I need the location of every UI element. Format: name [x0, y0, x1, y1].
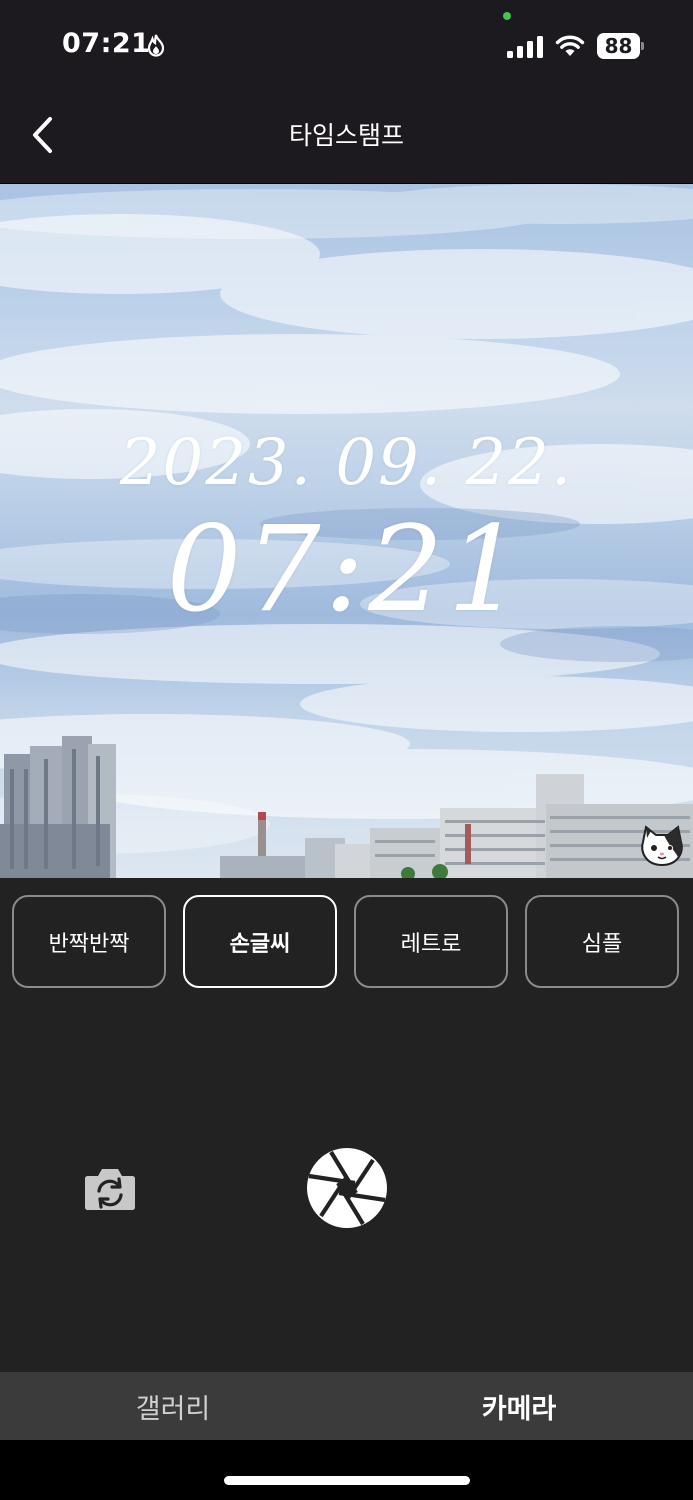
tab-label: 갤러리 — [135, 1393, 211, 1425]
battery-cap — [641, 42, 644, 50]
timestamp-time: 07:21 — [166, 500, 527, 638]
privacy-indicator-dot — [503, 12, 511, 20]
navigation-bar: 타임스탬프 — [0, 90, 693, 184]
cat-face-icon[interactable] — [638, 824, 686, 868]
tab-gallery[interactable]: 갤러리 — [0, 1372, 346, 1440]
style-option-label: 심플 — [581, 931, 623, 957]
style-option-simple[interactable]: 심플 — [525, 895, 679, 988]
cellular-signal-icon — [507, 36, 543, 58]
flame-icon — [147, 34, 165, 57]
bottom-tab-bar: 갤러리 카메라 — [0, 1372, 693, 1440]
tab-camera[interactable]: 카메라 — [346, 1372, 692, 1440]
camera-preview[interactable]: 2023. 09. 22. 07:21 — [0, 184, 693, 878]
style-option-label: 레트로 — [400, 931, 462, 957]
style-option-sparkle[interactable]: 반짝반짝 — [12, 895, 166, 988]
battery-indicator: 88 — [597, 33, 644, 59]
status-bar: 07:21 88 — [0, 0, 693, 90]
style-option-retro[interactable]: 레트로 — [354, 895, 508, 988]
style-option-label: 반짝반짝 — [48, 931, 130, 957]
page-title: 타임스탬프 — [288, 121, 404, 150]
home-indicator[interactable] — [224, 1476, 470, 1485]
tab-label: 카메라 — [481, 1393, 557, 1425]
timestamp-date: 2023. 09. 22. — [119, 426, 574, 500]
camera-flip-icon[interactable] — [84, 1164, 136, 1212]
battery-level: 88 — [604, 34, 633, 58]
home-indicator-area — [0, 1440, 693, 1500]
style-option-label: 손글씨 — [229, 931, 291, 957]
wifi-icon — [555, 35, 585, 56]
camera-controls: 반짝반짝 손글씨 레트로 심플 — [0, 878, 693, 1372]
aperture-shutter-icon[interactable] — [305, 1146, 389, 1230]
style-option-handwriting[interactable]: 손글씨 — [183, 895, 337, 988]
status-time: 07:21 — [62, 28, 151, 59]
